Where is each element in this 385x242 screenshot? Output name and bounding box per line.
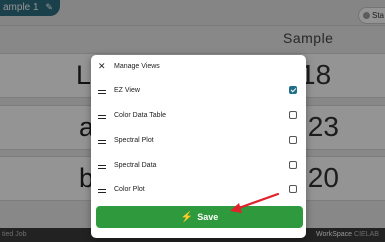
drag-handle-icon[interactable] — [98, 90, 106, 94]
checkbox[interactable] — [289, 136, 297, 144]
view-item-label: Color Plot — [114, 186, 145, 193]
close-icon[interactable]: ✕ — [98, 61, 106, 72]
save-button[interactable]: ⚡ Save — [96, 206, 303, 228]
view-item-color-plot[interactable]: Color Plot — [91, 180, 306, 200]
view-item-label: Spectral Plot — [114, 137, 154, 144]
view-item-color-data-table[interactable]: Color Data Table — [91, 106, 306, 126]
dialog-header: ✕ Manage Views — [91, 55, 306, 79]
drag-handle-icon[interactable] — [98, 115, 106, 119]
checkbox[interactable] — [289, 111, 297, 119]
dialog-title: Manage Views — [114, 63, 160, 70]
manage-views-dialog: ✕ Manage Views EZ View Color Data Table … — [91, 55, 306, 238]
view-item-ez-view[interactable]: EZ View — [91, 81, 306, 101]
drag-handle-icon[interactable] — [98, 165, 106, 169]
view-item-label: Color Data Table — [114, 112, 167, 119]
checkbox[interactable] — [289, 185, 297, 193]
lightning-icon: ⚡ — [180, 212, 194, 223]
view-item-label: EZ View — [114, 87, 140, 94]
view-item-spectral-data[interactable]: Spectral Data — [91, 156, 306, 176]
view-item-spectral-plot[interactable]: Spectral Plot — [91, 131, 306, 151]
checkbox[interactable] — [289, 161, 297, 169]
drag-handle-icon[interactable] — [98, 140, 106, 144]
view-item-label: Spectral Data — [114, 162, 157, 169]
save-button-label: Save — [197, 212, 219, 222]
drag-handle-icon[interactable] — [98, 189, 106, 193]
checkbox[interactable] — [289, 86, 297, 94]
